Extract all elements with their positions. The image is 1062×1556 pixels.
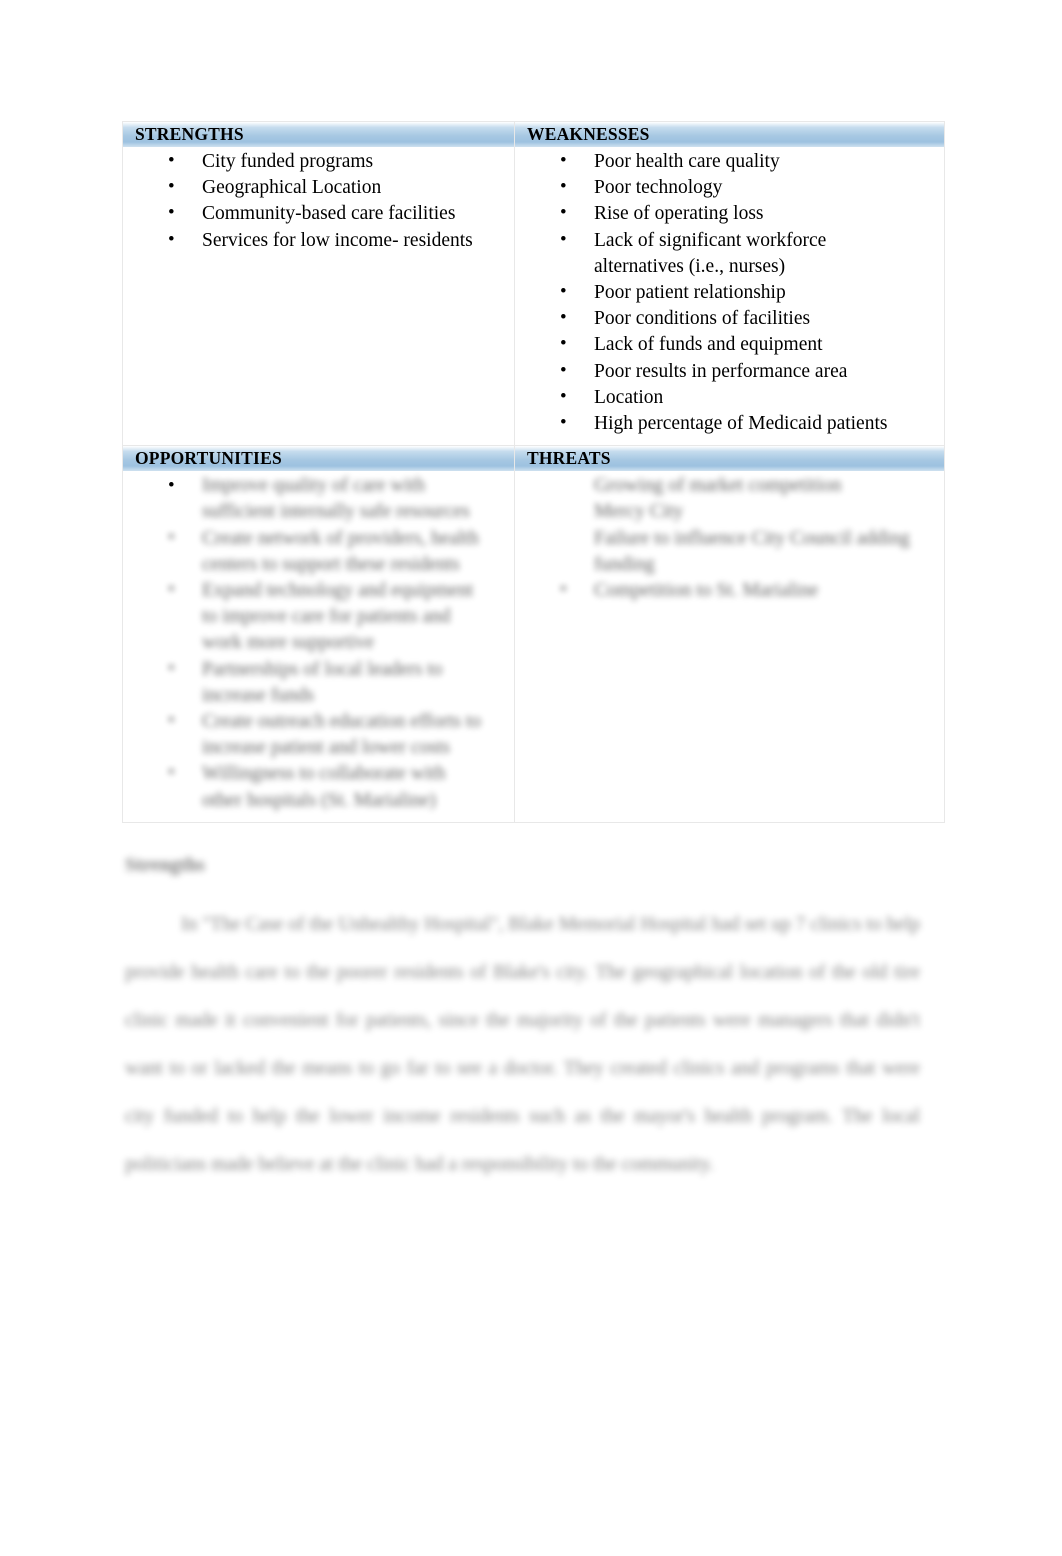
list-item: Lack of significant workforce: [515, 227, 938, 254]
opportunities-list: Improve quality of care with sufficient …: [123, 473, 508, 814]
list-item: City funded programs: [123, 148, 508, 175]
list-item: Lack of funds and equipment: [515, 331, 938, 358]
threats-body: Growing of market competition Mercy City…: [515, 471, 944, 771]
list-item: Poor patient relationship: [515, 279, 938, 306]
swot-row-top: STRENGTHS City funded programs Geographi…: [122, 120, 945, 447]
strengths-body: City funded programs Geographical Locati…: [123, 147, 514, 432]
list-item: Expand technology and equipment: [123, 577, 508, 604]
threats-list: Growing of market competition Mercy City…: [515, 473, 938, 604]
weaknesses-header: WEAKNESSES: [515, 122, 944, 147]
prose-heading: Strengths: [125, 855, 205, 876]
list-item-continuation: alternatives (i.e., nurses): [594, 255, 786, 277]
opportunities-body: • Improve quality of care with sufficien…: [123, 471, 514, 822]
list-item-continuation: work more supportive: [202, 632, 375, 654]
list-item: Create outreach education efforts to: [123, 708, 508, 735]
list-item-continuation: other hospitals (St. Marialine): [202, 789, 436, 811]
list-item: Poor results in performance area: [515, 358, 938, 385]
list-item: Willingness to collaborate with: [123, 760, 508, 787]
list-item: Poor technology: [515, 174, 938, 201]
list-item-continuation: funding: [594, 553, 655, 575]
weaknesses-list: Poor health care quality Poor technology…: [515, 148, 938, 437]
list-item: Poor health care quality: [515, 148, 938, 175]
list-item-continuation: increase patient and lower costs: [202, 737, 450, 759]
strengths-list: City funded programs Geographical Locati…: [123, 148, 508, 254]
strengths-header: STRENGTHS: [123, 122, 514, 147]
list-item-continuation: sufficient internally safe resources: [202, 501, 470, 523]
opportunities-header: OPPORTUNITIES: [123, 446, 514, 472]
weaknesses-body: Poor health care quality Poor technology…: [515, 147, 944, 445]
list-item: Competition to St. Marialine: [515, 577, 938, 604]
list-item: Failure to influence City Council adding: [594, 527, 910, 549]
list-item: High percentage of Medicaid patients: [515, 410, 938, 437]
list-item: Geographical Location: [123, 174, 508, 201]
list-item: Services for low income- residents: [123, 227, 508, 254]
list-item: Growing of market competition: [594, 475, 842, 497]
swot-cell-weaknesses: WEAKNESSES Poor health care quality Poor…: [514, 120, 945, 447]
swot-cell-threats: THREATS Growing of market competition Me…: [514, 445, 945, 823]
threats-header: THREATS: [515, 446, 944, 472]
list-item: Community-based care facilities: [123, 200, 508, 227]
swot-cell-strengths: STRENGTHS City funded programs Geographi…: [122, 120, 515, 447]
list-item: Improve quality of care with: [202, 475, 426, 497]
list-item: Poor conditions of facilities: [515, 305, 938, 332]
list-item: Create network of providers, health: [123, 525, 508, 552]
list-item-continuation: centers to support these residents: [202, 553, 460, 575]
list-item: Partnerships of local leaders to: [123, 656, 508, 683]
list-item-continuation: Mercy City: [594, 501, 684, 523]
prose-section: Strengths In "The Case of the Unhealthy …: [125, 855, 920, 1189]
list-item: Rise of operating loss: [515, 200, 938, 227]
list-item-continuation: increase funds: [202, 684, 315, 706]
swot-table: STRENGTHS City funded programs Geographi…: [122, 120, 945, 823]
list-item-continuation: to improve care for patients and: [202, 606, 451, 628]
swot-row-bottom: OPPORTUNITIES • Improve quality of care …: [122, 445, 945, 823]
list-item: Location: [515, 384, 938, 411]
swot-cell-opportunities: OPPORTUNITIES • Improve quality of care …: [122, 445, 515, 823]
prose-paragraph: In "The Case of the Unhealthy Hospital",…: [125, 914, 920, 1175]
